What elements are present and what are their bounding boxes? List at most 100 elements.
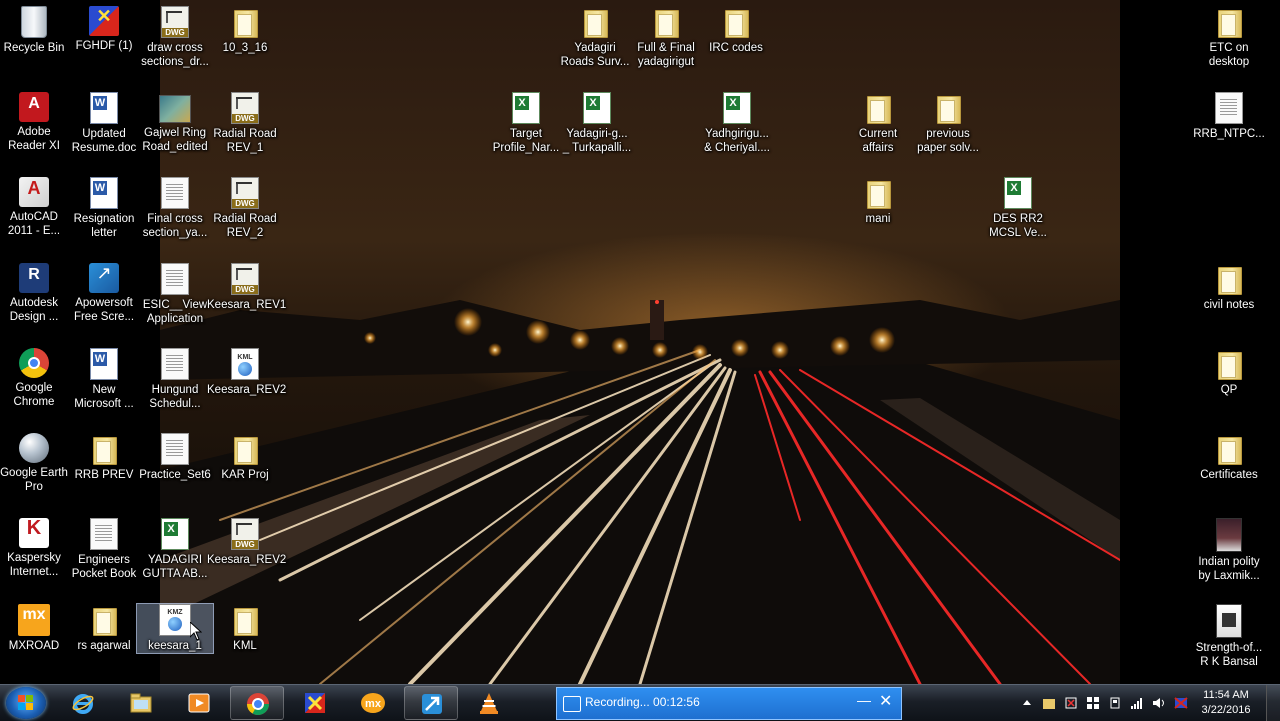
network-signal-icon[interactable] xyxy=(1130,696,1144,710)
apowersoft-shortcut[interactable]: Apowersoft Free Scre... xyxy=(66,263,142,324)
kml-folder[interactable]: KML xyxy=(207,604,283,653)
taskbar-vlc[interactable] xyxy=(462,686,516,720)
autocad-icon xyxy=(19,177,49,207)
radial-road-rev1-dwg[interactable]: Radial Road REV_1 xyxy=(207,92,283,155)
excel-file-icon xyxy=(512,92,540,124)
recycle-bin[interactable]: Recycle Bin xyxy=(0,6,72,55)
kmz-file-icon xyxy=(159,604,191,636)
folder-icon xyxy=(88,433,120,465)
keesara-rev1-dwg[interactable]: Keesara_REV1 xyxy=(207,263,286,312)
des-rr2-excel[interactable]: DES RR2 MCSL Ve... xyxy=(980,177,1056,240)
resignation-letter-doc[interactable]: Resignation letter xyxy=(66,177,142,240)
screen-recorder-icon xyxy=(563,696,581,712)
language-flag-icon[interactable] xyxy=(1174,696,1188,710)
keesara-rev2-dwg[interactable]: Keesara_REV2 xyxy=(207,518,286,567)
google-chrome-icon xyxy=(247,693,269,715)
dwg-file-icon xyxy=(161,6,189,38)
desktop[interactable]: Recycle Bin Adobe Reader XI AutoCAD 2011… xyxy=(0,0,1280,684)
recycle-bin-icon xyxy=(21,6,47,38)
gajwel-ring-road-image[interactable]: Gajwel Ring Road_edited xyxy=(137,92,213,154)
kaspersky-icon xyxy=(19,518,49,548)
show-desktop-button[interactable] xyxy=(1266,685,1280,721)
taskbar-fghdf-app[interactable] xyxy=(288,686,342,720)
taskbar-google-chrome[interactable] xyxy=(230,686,284,720)
file-explorer-icon xyxy=(130,693,152,713)
folder-icon xyxy=(1213,6,1245,38)
windows-logo-icon xyxy=(18,695,34,711)
esic-view-application[interactable]: ESIC__View Application xyxy=(137,263,213,326)
folder-icon xyxy=(88,604,120,636)
irc-codes-folder[interactable]: IRC codes xyxy=(698,6,774,55)
yadhgirigu-cheriyal-excel[interactable]: Yadhgirigu... & Cheriyal.... xyxy=(699,92,775,155)
vlc-icon xyxy=(480,693,498,714)
yadagiri-roads-survey-folder[interactable]: Yadagiri Roads Surv... xyxy=(557,6,633,69)
certificates-folder[interactable]: Certificates xyxy=(1191,433,1267,482)
engineers-pocket-book[interactable]: Engineers Pocket Book xyxy=(66,518,142,581)
volume-icon[interactable] xyxy=(1152,696,1166,710)
taskbar-apowersoft[interactable] xyxy=(404,686,458,720)
taskbar-media-player[interactable] xyxy=(172,686,226,720)
new-microsoft-doc[interactable]: New Microsoft ... xyxy=(66,348,142,411)
strength-of-materials-book[interactable]: Strength-of... R K Bansal xyxy=(1191,604,1267,669)
yadagiri-gutta-excel[interactable]: YADAGIRI GUTTA AB... xyxy=(137,518,213,581)
book-cover-icon xyxy=(1216,604,1242,638)
mxroad-icon: mx xyxy=(361,693,385,713)
folder-icon xyxy=(862,92,894,124)
google-chrome-icon xyxy=(19,348,49,378)
document-icon xyxy=(1215,92,1243,124)
word-document-icon xyxy=(90,92,118,124)
folder-icon xyxy=(229,604,261,636)
rrb-ntpc-file[interactable]: RRB_NTPC... xyxy=(1191,92,1267,141)
folder-tray-icon[interactable] xyxy=(1042,696,1056,710)
google-earth-shortcut[interactable]: Google Earth Pro xyxy=(0,433,72,494)
google-chrome-shortcut[interactable]: Google Chrome xyxy=(0,348,72,409)
start-button[interactable] xyxy=(6,687,46,719)
action-center-flag-icon[interactable] xyxy=(1064,696,1078,710)
radial-road-rev2-dwg[interactable]: Radial Road REV_2 xyxy=(207,177,283,240)
updated-resume-doc[interactable]: Updated Resume.doc xyxy=(66,92,142,155)
fghdf-file[interactable]: FGHDF (1) xyxy=(66,6,142,53)
usb-device-icon[interactable] xyxy=(1108,696,1122,710)
rs-agarwal-folder[interactable]: rs agarwal xyxy=(66,604,142,653)
folder-icon xyxy=(579,6,611,38)
hungund-schedule[interactable]: Hungund Schedul... xyxy=(137,348,213,411)
autodesk-design-shortcut[interactable]: Autodesk Design ... xyxy=(0,263,72,324)
draw-cross-sections-dwg[interactable]: draw cross sections_dr... xyxy=(137,6,213,69)
close-button[interactable]: ✕ xyxy=(879,691,892,711)
recording-window[interactable]: Recording... 00:12:56 — ✕ xyxy=(556,687,902,720)
rrb-prev-folder[interactable]: RRB PREV xyxy=(66,433,142,482)
mani-folder[interactable]: mani xyxy=(840,177,916,226)
current-affairs-folder[interactable]: Current affairs xyxy=(840,92,916,155)
target-profile-excel[interactable]: Target Profile_Nar... xyxy=(488,92,564,155)
show-hidden-icons-arrow-icon[interactable] xyxy=(1020,696,1034,710)
etc-on-desktop-folder[interactable]: ETC on desktop xyxy=(1191,6,1267,69)
yadagiri-turkapalli-excel[interactable]: Yadagiri-g... _ Turkapalli... xyxy=(559,92,635,155)
kar-proj-folder[interactable]: KAR Proj xyxy=(207,433,283,482)
adobe-reader-shortcut[interactable]: Adobe Reader XI xyxy=(0,92,72,153)
taskbar-internet-explorer[interactable] xyxy=(56,686,110,720)
clock[interactable]: 11:54 AM 3/22/2016 xyxy=(1194,688,1258,718)
civil-notes-folder[interactable]: civil notes xyxy=(1191,263,1267,312)
mxroad-shortcut[interactable]: MXROAD xyxy=(0,604,72,653)
svg-text:mx: mx xyxy=(365,698,382,710)
minimize-button[interactable]: — xyxy=(857,692,871,708)
folder-icon xyxy=(1213,433,1245,465)
taskbar-file-explorer[interactable] xyxy=(114,686,168,720)
kaspersky-shortcut[interactable]: Kaspersky Internet... xyxy=(0,518,72,579)
previous-paper-folder[interactable]: previous paper solv... xyxy=(910,92,986,155)
book-cover-icon xyxy=(1216,518,1242,552)
taskbar-mxroad[interactable]: mx xyxy=(346,686,400,720)
full-final-yadagirigut-folder[interactable]: Full & Final yadagirigut xyxy=(628,6,704,69)
qp-folder[interactable]: QP xyxy=(1191,348,1267,397)
keesara-rev2-kml[interactable]: Keesara_REV2 xyxy=(207,348,286,397)
windows-update-icon[interactable] xyxy=(1086,696,1100,710)
word-document-icon xyxy=(90,177,118,209)
media-player-icon xyxy=(188,693,210,713)
final-cross-section-file[interactable]: Final cross section_ya... xyxy=(137,177,213,240)
indian-polity-book[interactable]: Indian polity by Laxmik... xyxy=(1191,518,1267,583)
folder-10-3-16[interactable]: 10_3_16 xyxy=(207,6,283,55)
autocad-shortcut[interactable]: AutoCAD 2011 - E... xyxy=(0,177,72,238)
taskbar: mx Recording... 00:12:56 — ✕ 11:54 AM 3/… xyxy=(0,684,1280,721)
excel-file-icon xyxy=(723,92,751,124)
practice-set6[interactable]: Practice_Set6 xyxy=(137,433,213,482)
